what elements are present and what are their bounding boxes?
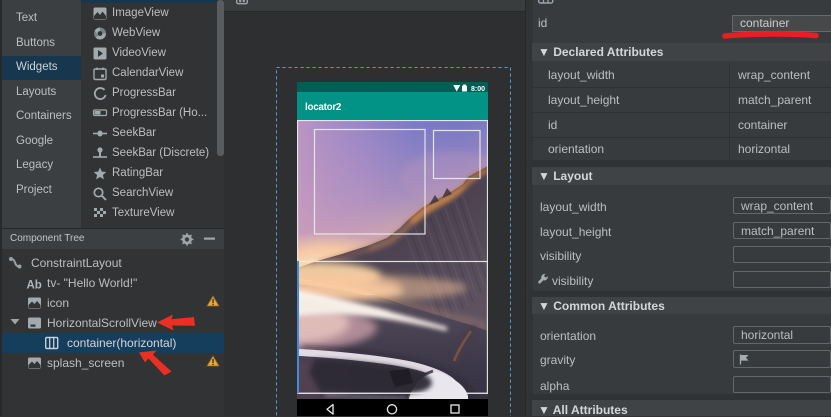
svg-text:8:00: 8:00: [471, 86, 485, 92]
